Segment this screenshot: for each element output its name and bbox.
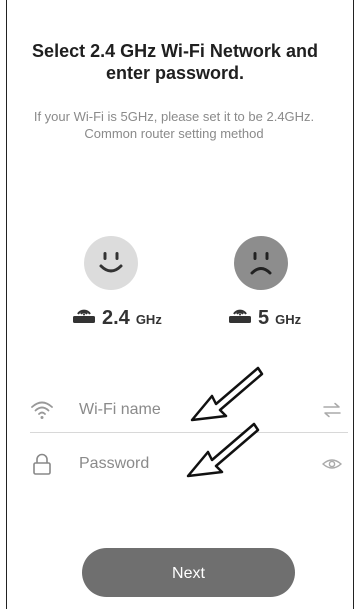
band-unit: GHz — [135, 312, 162, 327]
band-value: 5 — [258, 307, 270, 329]
lock-icon — [30, 452, 54, 476]
page-title: Select 2.4 GHz Wi-Fi Network and enter p… — [32, 41, 318, 83]
band-value: 2.4 — [102, 307, 130, 329]
pointer-arrow-icon — [182, 418, 262, 484]
happy-face-icon — [84, 236, 138, 290]
band-unit: GHz — [275, 312, 302, 327]
switch-network-icon[interactable] — [322, 400, 342, 420]
next-button[interactable]: Next — [82, 548, 295, 597]
router-icon — [72, 304, 96, 324]
band-2-4ghz: 2.4 GHz — [72, 304, 162, 330]
band-5ghz: 5 GHz — [228, 304, 301, 330]
eye-icon[interactable] — [322, 454, 342, 474]
page-subtitle: If your Wi-Fi is 5GHz, please set it to … — [33, 109, 315, 141]
router-icon — [228, 304, 252, 324]
wifi-icon — [30, 398, 54, 422]
app-screen — [6, 0, 354, 609]
sad-face-icon — [234, 236, 288, 290]
